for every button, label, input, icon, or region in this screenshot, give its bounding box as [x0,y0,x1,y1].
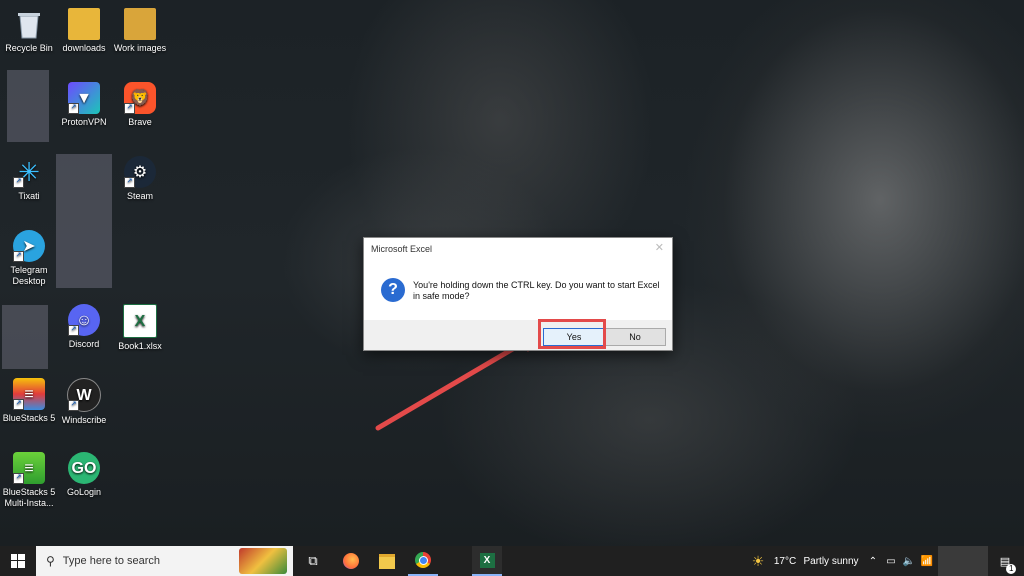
battery-icon[interactable]: ▭ [882,546,900,576]
dialog-title: Microsoft Excel [371,244,433,254]
start-button[interactable] [0,546,36,576]
close-icon[interactable]: ✕ [655,241,664,254]
clock-area[interactable] [938,546,988,576]
weather-icon[interactable]: ☀ [746,546,770,576]
search-icon: ⚲ [46,554,55,568]
file-explorer-icon[interactable] [372,546,402,576]
volume-icon[interactable]: 🔈 [900,546,918,576]
task-view-icon[interactable]: ⧉ [298,546,328,576]
excel-icon[interactable]: X [472,546,502,576]
notification-count: 1 [1006,563,1017,574]
windows-icon [11,554,25,568]
question-icon: ? [381,278,405,302]
chrome-icon[interactable] [408,546,438,576]
search-highlight-image [239,548,287,574]
taskbar: ⚲ Type here to search ⧉ X ☀ 17°C Partly … [0,546,1024,576]
notification-icon[interactable]: ▤ 1 [990,546,1020,576]
yes-button-highlight [538,319,606,349]
network-icon[interactable]: 📶 [918,546,936,576]
search-box[interactable]: ⚲ Type here to search [36,546,293,576]
dialog-message: You're holding down the CTRL key. Do you… [413,280,660,301]
search-placeholder: Type here to search [62,555,161,567]
no-button[interactable]: No [604,328,666,346]
firefox-icon[interactable] [336,546,366,576]
excel-safe-mode-dialog: Microsoft Excel ✕ ? You're holding down … [363,237,673,351]
chevron-up-icon[interactable]: ⌃ [866,546,880,576]
dialog-footer: Yes No [364,320,672,350]
weather-temperature[interactable]: 17°C [772,546,798,576]
weather-description[interactable]: Partly sunny [800,546,862,576]
